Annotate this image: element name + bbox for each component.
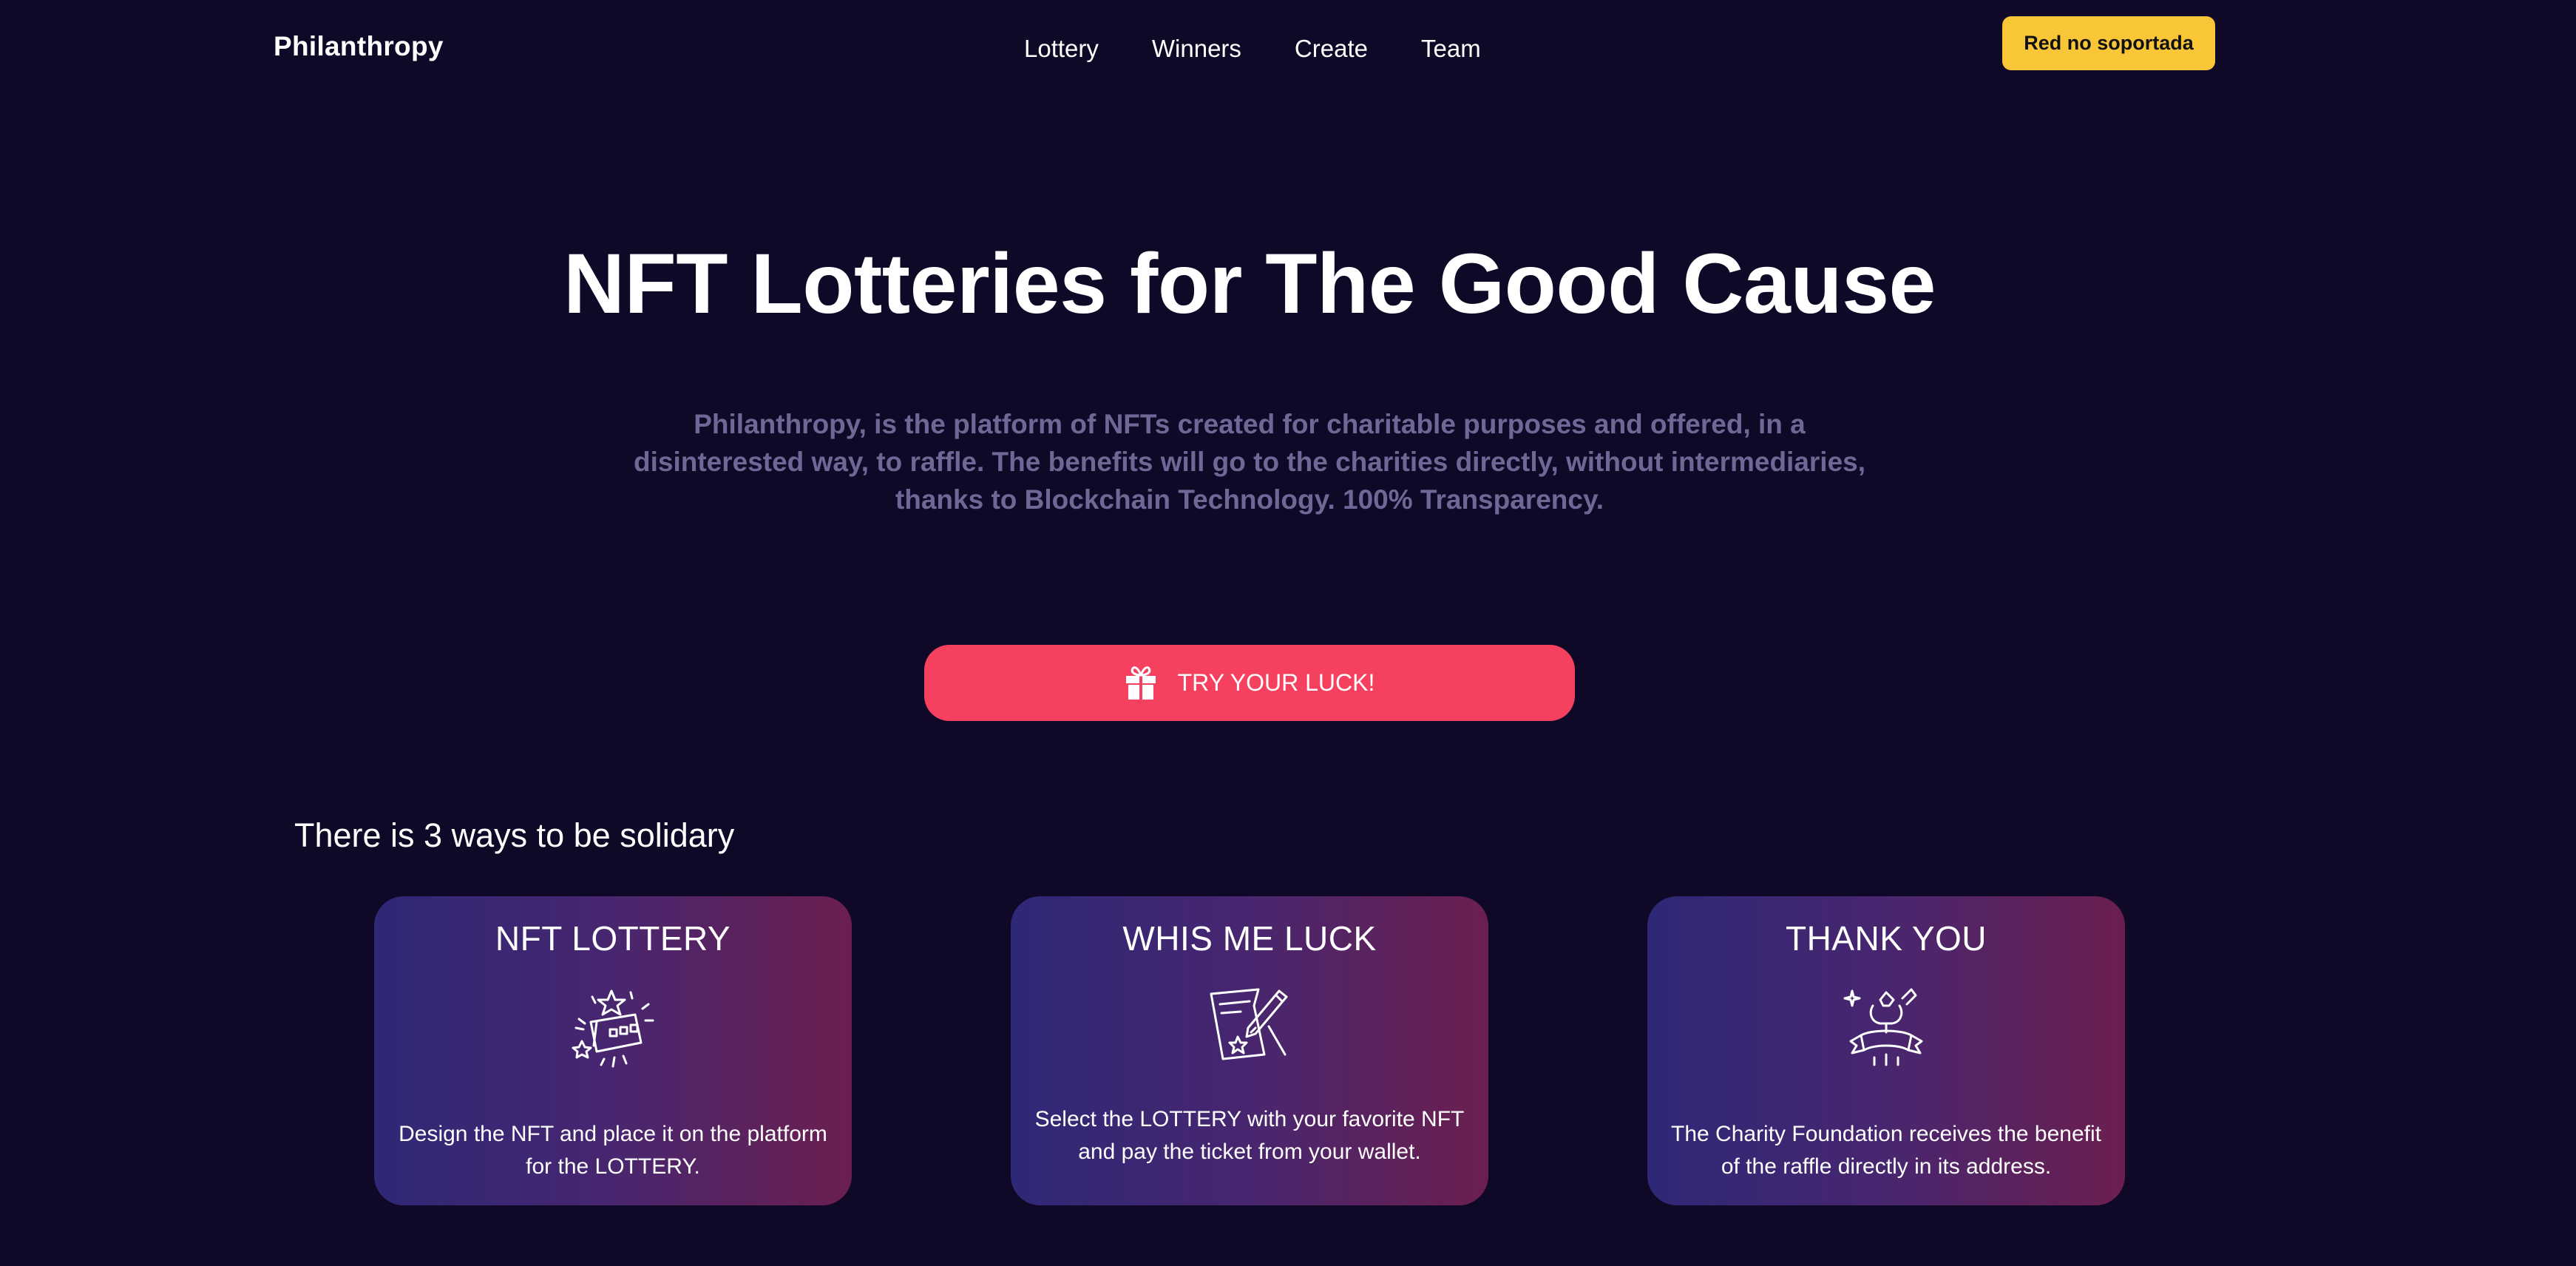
nav-link-winners[interactable]: Winners <box>1152 33 1241 65</box>
try-your-luck-button[interactable]: TRY YOUR LUCK! <box>924 645 1575 721</box>
celebration-icon <box>1842 984 1931 1076</box>
card-title: WHIS ME LUCK <box>1122 919 1377 958</box>
nav-link-team[interactable]: Team <box>1421 33 1481 65</box>
network-status-button[interactable]: Red no soportada <box>2002 16 2215 70</box>
card-text: Select the LOTTERY with your favorite NF… <box>1034 1107 1465 1164</box>
hero-title: NFT Lotteries for The Good Cause <box>563 237 1936 331</box>
card-text: The Charity Foundation receives the bene… <box>1671 1122 2101 1179</box>
way-card-nft-lottery: NFT LOTTERY Design the NFT and place it … <box>374 896 852 1205</box>
card-text: Design the NFT and place it on the platf… <box>399 1122 827 1179</box>
lottery-ticket-icon <box>569 984 657 1076</box>
ticket-signing-icon <box>1205 984 1294 1069</box>
main-menu: Lottery Winners Create Team <box>1024 33 1481 65</box>
nav-link-lottery[interactable]: Lottery <box>1024 33 1099 65</box>
cta-label: TRY YOUR LUCK! <box>1177 669 1375 696</box>
card-title: THANK YOU <box>1785 919 1987 958</box>
nav-link-create[interactable]: Create <box>1295 33 1368 65</box>
card-title: NFT LOTTERY <box>495 919 731 958</box>
gift-icon <box>1125 666 1157 701</box>
hero-description: Philanthropy, is the platform of NFTs cr… <box>633 409 1866 515</box>
way-card-wish-me-luck: WHIS ME LUCK Select the LOTTERY with you… <box>1011 896 1488 1205</box>
page: Philanthropy Lottery Winners Create Team… <box>0 0 2576 1266</box>
top-navbar: Philanthropy Lottery Winners Create Team… <box>0 0 2576 96</box>
ways-section-title: There is 3 ways to be solidary <box>294 816 735 854</box>
way-card-thank-you: THANK YOU The Charity Foundation receive… <box>1647 896 2125 1205</box>
brand-logo[interactable]: Philanthropy <box>274 31 444 62</box>
